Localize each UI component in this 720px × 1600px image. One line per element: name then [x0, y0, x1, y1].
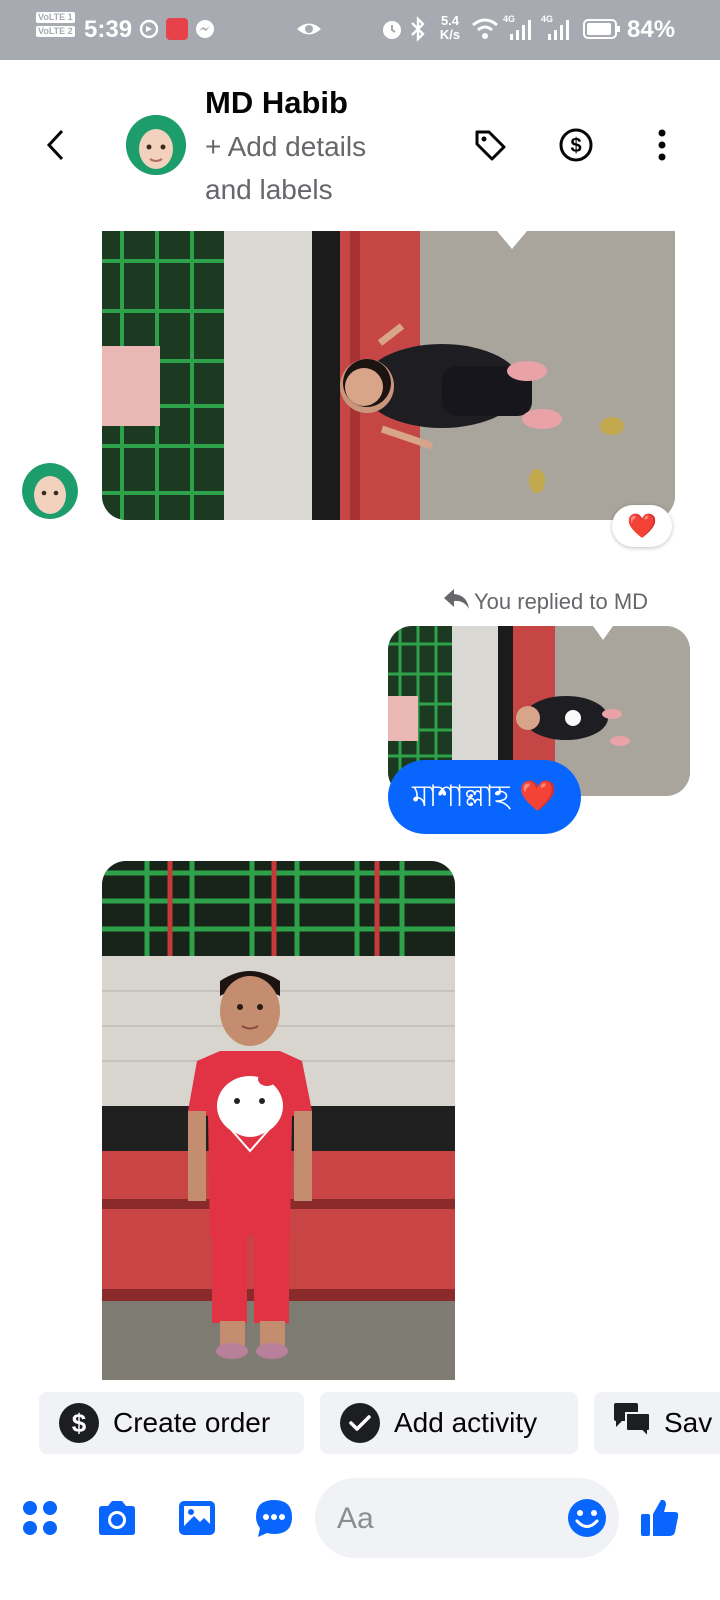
contact-name[interactable]: MD Habib: [205, 85, 348, 121]
tomato-app-icon: [166, 18, 188, 40]
alarm-icon: [380, 17, 404, 41]
emoji-icon[interactable]: [567, 1498, 607, 1538]
add-details-line1: + Add details: [205, 131, 367, 162]
sent-message-bubble[interactable]: মাশাল্লাহ ❤️: [388, 760, 581, 834]
saved-replies-icon: [612, 1401, 652, 1446]
svg-text:$: $: [72, 1408, 87, 1438]
messenger-icon: [195, 19, 215, 39]
add-activity-label: Add activity: [394, 1407, 538, 1438]
contact-avatar[interactable]: [126, 115, 186, 175]
message-input[interactable]: Aa: [315, 1478, 619, 1558]
gallery-icon[interactable]: [175, 1496, 219, 1540]
back-arrow-icon[interactable]: [36, 122, 76, 168]
speed-unit: K/s: [439, 27, 461, 42]
volte2-label: VoLTE 2: [36, 26, 75, 37]
saved-replies-label: Sav: [664, 1407, 713, 1438]
label-tag-icon[interactable]: [470, 125, 510, 165]
camera-icon[interactable]: [94, 1496, 140, 1540]
message-input-placeholder: Aa: [337, 1502, 374, 1535]
speed-value: 5.4: [440, 13, 460, 28]
wifi-icon: [471, 16, 499, 42]
create-order-chip[interactable]: $ Create order: [39, 1392, 304, 1454]
signal-icon-2: [548, 20, 572, 40]
dollar-icon[interactable]: $: [556, 125, 596, 165]
volte1-label: VoLTE 1: [36, 12, 75, 23]
more-vert-icon[interactable]: [645, 125, 679, 165]
speed-indicator: 5.4 K/s: [436, 14, 464, 42]
signal-icon: [510, 20, 534, 40]
chat-bubble-icon[interactable]: [252, 1496, 296, 1540]
reply-meta: You replied to MD: [442, 586, 648, 618]
add-details-link[interactable]: + Add details and labels: [205, 125, 366, 211]
apps-grid-icon[interactable]: [20, 1498, 60, 1538]
received-photo-2[interactable]: [102, 861, 455, 1380]
reply-meta-text: You replied to MD: [474, 589, 649, 614]
add-activity-chip[interactable]: Add activity: [320, 1392, 578, 1454]
battery-percent: 84%: [627, 16, 676, 43]
thumbs-up-icon[interactable]: [637, 1494, 683, 1540]
create-order-label: Create order: [113, 1407, 271, 1438]
eye-icon: [295, 18, 323, 40]
add-details-line2: and labels: [205, 174, 333, 205]
bluetooth-icon: [409, 16, 427, 42]
status-time: 5:39: [84, 16, 133, 43]
check-circle-icon: [340, 1403, 380, 1443]
received-photo-1[interactable]: [102, 231, 675, 520]
svg-text:$: $: [570, 135, 581, 157]
dollar-icon: $: [59, 1403, 99, 1443]
whatsapp-icon: [139, 19, 159, 39]
status-bar: VoLTE 1 VoLTE 2 5:39 5.4 K/s 4G 4G 84%: [0, 0, 720, 60]
battery-icon: [583, 19, 621, 39]
heart-reaction[interactable]: ❤️: [612, 505, 672, 547]
sender-avatar[interactable]: [22, 463, 78, 519]
saved-replies-chip[interactable]: Sav: [594, 1392, 720, 1454]
reply-arrow-icon: [442, 586, 470, 618]
